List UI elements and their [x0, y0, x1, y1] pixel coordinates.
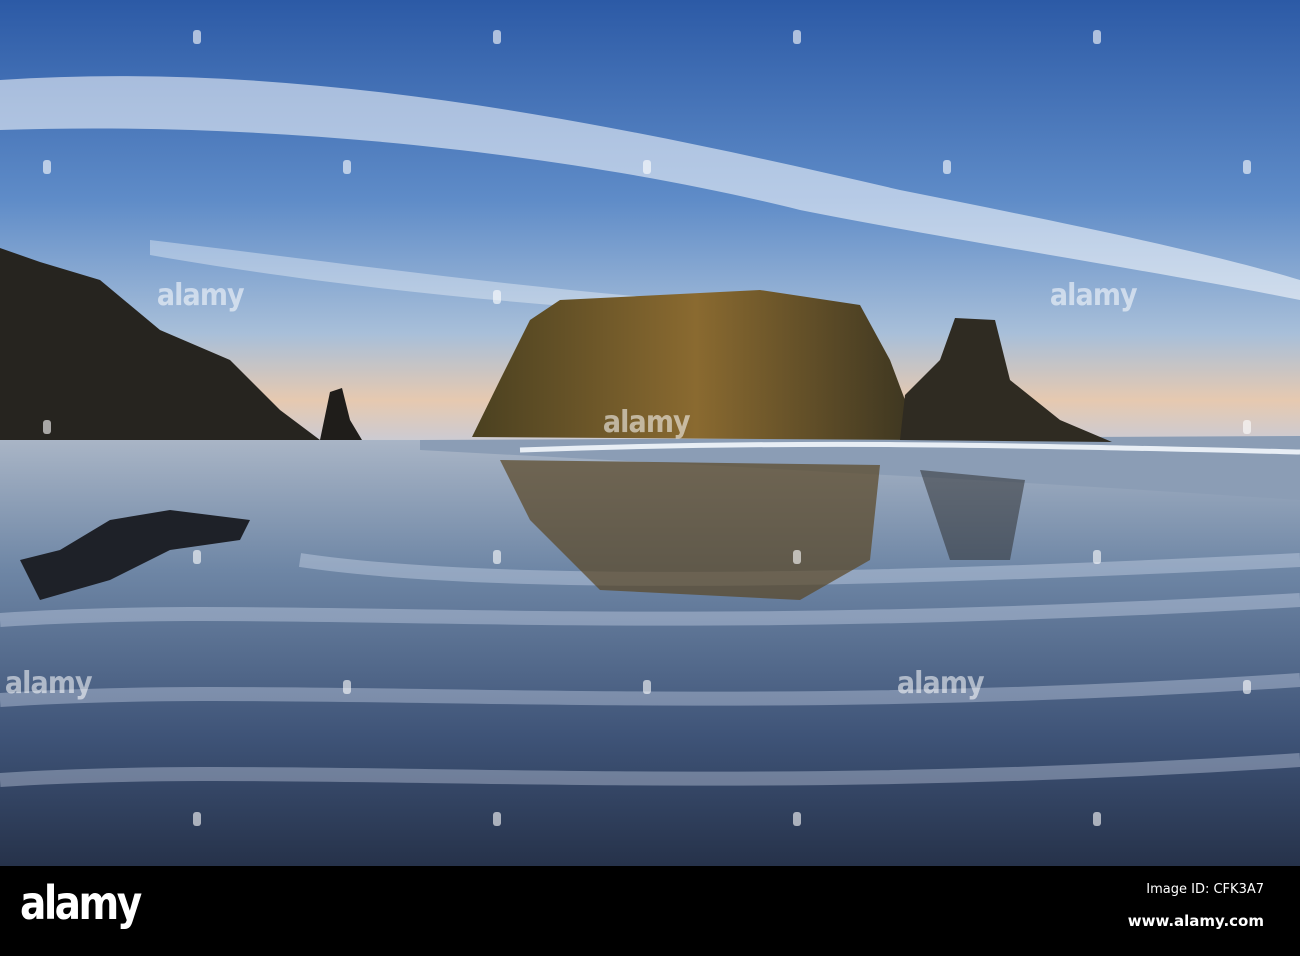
watermark-mark [193, 812, 201, 826]
watermark-mark [193, 30, 201, 44]
footer-bar: alamy Image ID: CFK3A7 www.alamy.com [0, 866, 1300, 956]
watermark-mark [793, 30, 801, 44]
watermark-mark [193, 550, 201, 564]
watermark-mark [493, 812, 501, 826]
website-link[interactable]: www.alamy.com [1128, 912, 1264, 930]
watermark: alamy [4, 666, 93, 701]
watermark: alamy [156, 278, 245, 313]
watermark-mark [343, 680, 351, 694]
watermark: alamy [1049, 278, 1138, 313]
watermark-mark [643, 680, 651, 694]
watermark-mark [1243, 680, 1251, 694]
watermark-mark [493, 550, 501, 564]
watermark-mark [1243, 160, 1251, 174]
watermark-mark [43, 160, 51, 174]
watermark-mark [493, 290, 501, 304]
watermark-mark [1093, 812, 1101, 826]
watermark-mark [1243, 420, 1251, 434]
watermark-mark [493, 30, 501, 44]
stock-photo: alamy alamy alamy alamy alamy alamy Imag… [0, 0, 1300, 956]
watermark-mark [943, 160, 951, 174]
watermark-mark [793, 550, 801, 564]
watermark-mark [1093, 550, 1101, 564]
watermark-mark [793, 812, 801, 826]
image-id: Image ID: CFK3A7 [1146, 882, 1264, 897]
watermark-mark [43, 420, 51, 434]
watermark: alamy [602, 405, 691, 440]
watermark-mark [643, 160, 651, 174]
watermark-mark [1093, 30, 1101, 44]
watermark-mark [343, 160, 351, 174]
watermark: alamy [896, 666, 985, 701]
alamy-logo: alamy [20, 876, 142, 930]
